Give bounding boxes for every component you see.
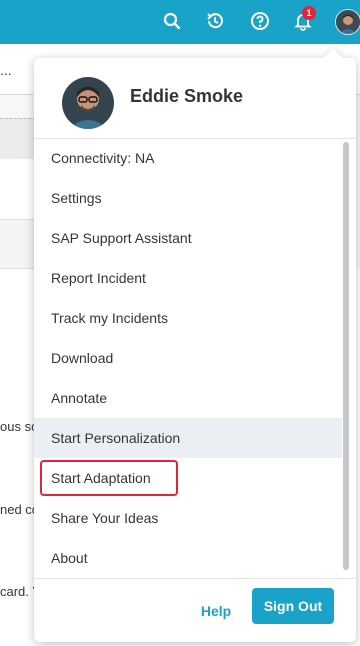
highlight-box	[40, 460, 178, 496]
user-menu-header: Eddie Smoke	[34, 58, 356, 139]
menu-item-track-incidents[interactable]: Track my Incidents	[34, 298, 342, 338]
notification-count-badge: 1	[302, 6, 316, 20]
background-panel	[0, 159, 36, 220]
background-text-fragment: ous so	[0, 419, 39, 434]
user-avatar	[62, 77, 114, 129]
menu-item-start-adaptation-row[interactable]: Start Adaptation	[34, 458, 342, 498]
menu-item-report-incident[interactable]: Report Incident	[34, 258, 342, 298]
menu-item-share-ideas[interactable]: Share Your Ideas	[34, 498, 342, 538]
user-name: Eddie Smoke	[130, 86, 244, 106]
user-avatar-small[interactable]	[335, 9, 360, 35]
menu-item-start-personalization[interactable]: Start Personalization	[34, 418, 342, 458]
shell-bar: 1	[0, 0, 360, 44]
menu-scrollbar-thumb[interactable]	[343, 142, 349, 570]
help-button[interactable]: Help	[194, 595, 238, 627]
sign-out-button[interactable]: Sign Out	[252, 588, 334, 624]
menu-item-download[interactable]: Download	[34, 338, 342, 378]
history-icon[interactable]	[204, 10, 226, 32]
help-icon[interactable]	[249, 10, 271, 32]
background-panel	[0, 118, 36, 160]
user-menu-footer: Help Sign Out	[34, 578, 356, 643]
user-menu-popover: Eddie Smoke Connectivity: NA Settings SA…	[34, 48, 356, 643]
user-menu-list: Connectivity: NA Settings SAP Support As…	[34, 138, 342, 578]
background-overflow-text: ...	[0, 62, 12, 78]
menu-item-settings[interactable]: Settings	[34, 178, 342, 218]
search-icon[interactable]	[161, 10, 183, 32]
background-panel	[0, 220, 36, 269]
menu-item-annotate[interactable]: Annotate	[34, 378, 342, 418]
menu-item-sap-support-assistant[interactable]: SAP Support Assistant	[34, 218, 342, 258]
menu-item-connectivity: Connectivity: NA	[51, 150, 155, 166]
menu-scrollbar[interactable]	[342, 140, 350, 576]
menu-item-about[interactable]: About	[34, 538, 342, 578]
